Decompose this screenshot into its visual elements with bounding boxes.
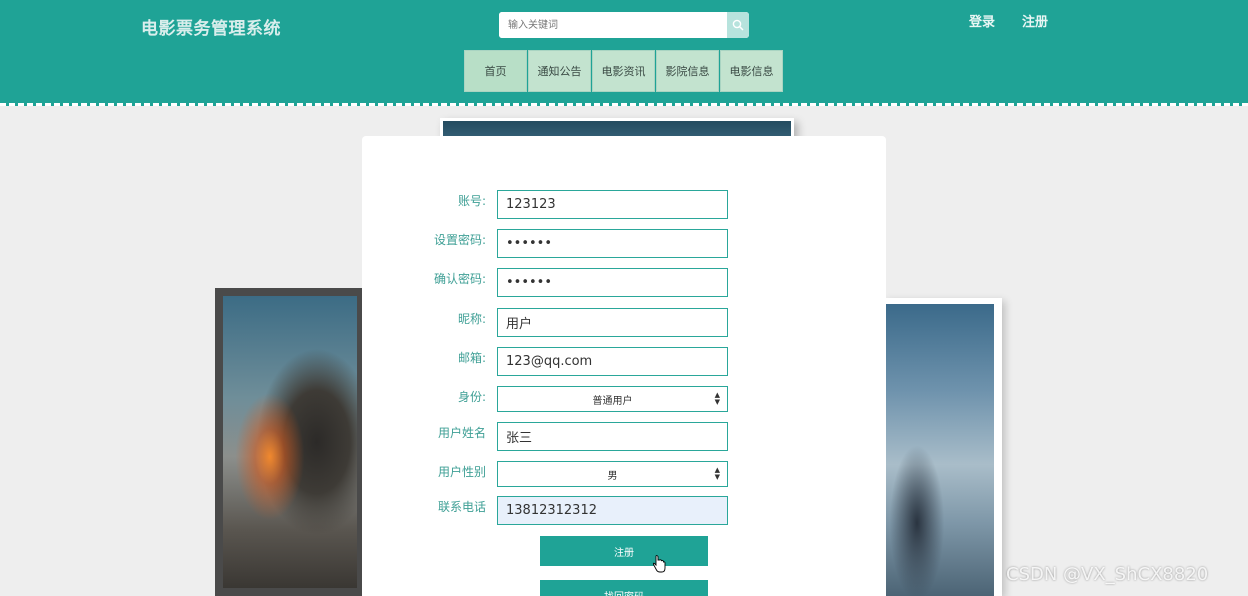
phone-label: 联系电话 <box>437 500 486 514</box>
gender-label: 用户性别 <box>437 465 486 479</box>
nickname-row: 昵称: <box>362 308 886 338</box>
real-name-row: 用户姓名 <box>362 422 886 452</box>
select-arrows-icon: ▲ ▼ <box>714 391 720 406</box>
login-link[interactable]: 登录 <box>969 11 995 30</box>
confirm-password-row: 确认密码: <box>362 268 886 298</box>
search-icon <box>732 19 744 31</box>
account-row: 账号: <box>362 190 886 220</box>
password-label: 设置密码: <box>433 233 486 247</box>
register-link[interactable]: 注册 <box>1022 11 1048 30</box>
phone-input[interactable] <box>497 496 728 525</box>
register-button[interactable]: 注册 <box>540 536 708 566</box>
background-poster-left <box>215 288 365 596</box>
phone-row: 联系电话 <box>362 496 886 526</box>
real-name-label: 用户姓名 <box>437 426 486 440</box>
search-input[interactable] <box>499 12 727 38</box>
password-row: 设置密码: <box>362 229 886 259</box>
identity-selected-value: 普通用户 <box>592 395 633 407</box>
confirm-password-label: 确认密码: <box>433 272 486 286</box>
search-button[interactable] <box>727 12 749 38</box>
nickname-label: 昵称: <box>457 312 486 326</box>
watermark: CSDN @VX_ShCX8820 <box>1006 564 1209 585</box>
nav-item-movies[interactable]: 电影信息 <box>720 50 783 92</box>
retrieve-password-button[interactable]: 找回密码 <box>540 580 708 596</box>
confirm-password-input[interactable] <box>497 268 728 297</box>
search-box <box>499 12 749 38</box>
poster-image <box>884 304 994 596</box>
identity-label: 身份: <box>457 390 486 404</box>
nickname-input[interactable] <box>497 308 728 337</box>
email-row: 邮箱: <box>362 347 886 377</box>
nav-item-movie-news[interactable]: 电影资讯 <box>592 50 655 92</box>
select-arrows-icon: ▲ ▼ <box>714 466 720 481</box>
hand-cursor-icon <box>652 555 666 573</box>
identity-row: 身份: 普通用户 ▲ ▼ <box>362 386 886 416</box>
header: 电影票务管理系统 登录 注册 首页 通知公告 电影资讯 影院信息 电影信息 <box>0 0 1248 106</box>
gender-row: 用户性别 男 ▲ ▼ <box>362 461 886 491</box>
main-nav: 首页 通知公告 电影资讯 影院信息 电影信息 <box>464 50 784 92</box>
gender-select[interactable]: 男 ▲ ▼ <box>497 461 728 487</box>
nav-item-notices[interactable]: 通知公告 <box>528 50 591 92</box>
password-input[interactable] <box>497 229 728 258</box>
nav-item-home[interactable]: 首页 <box>464 50 527 92</box>
background-poster-right <box>884 298 1002 596</box>
real-name-input[interactable] <box>497 422 728 451</box>
email-input[interactable] <box>497 347 728 376</box>
gender-selected-value: 男 <box>607 470 618 482</box>
account-input[interactable] <box>497 190 728 219</box>
account-label: 账号: <box>457 194 486 208</box>
register-form-card: 账号: 设置密码: 确认密码: 昵称: 邮箱: 身份: 普通用户 ▲▼ 用户姓名… <box>362 136 886 596</box>
site-title: 电影票务管理系统 <box>141 19 281 39</box>
poster-image <box>223 296 357 588</box>
identity-select[interactable]: 普通用户 ▲ ▼ <box>497 386 728 412</box>
nav-item-cinemas[interactable]: 影院信息 <box>656 50 719 92</box>
email-label: 邮箱: <box>457 351 486 365</box>
